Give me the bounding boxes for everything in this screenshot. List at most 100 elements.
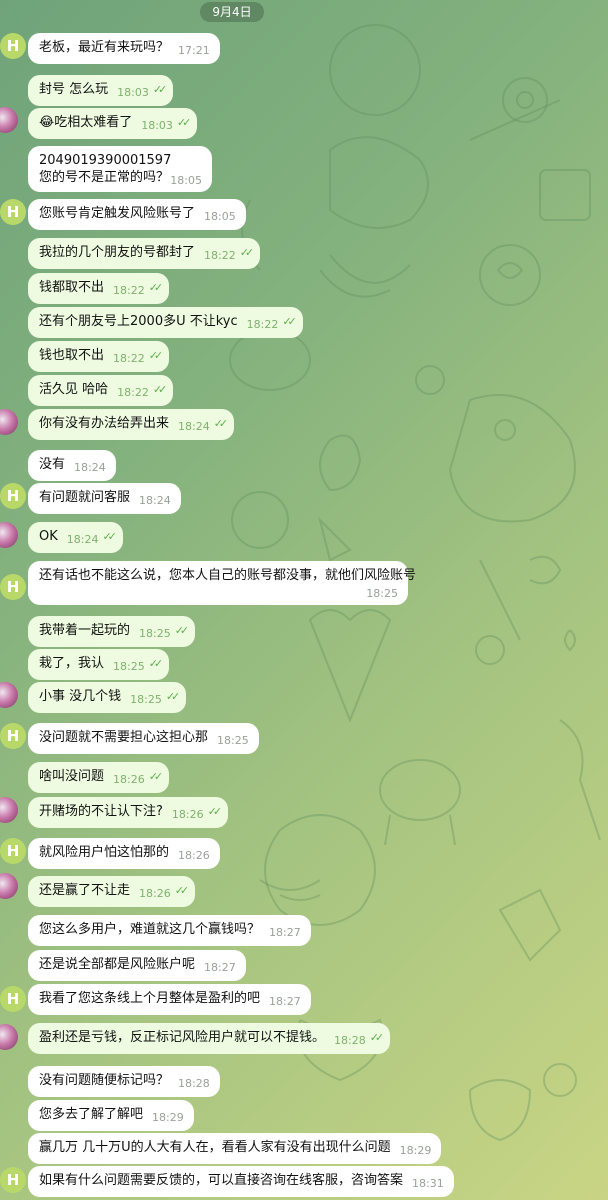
message-time: 18:22 [246,318,279,331]
message-time: 18:25 [366,587,398,600]
message-text: 啥叫没问题 [39,769,105,784]
message-bubble-outgoing[interactable]: 还有个朋友号上2000多U 不让kyc 18:22 ✓✓ [28,307,303,338]
avatar[interactable] [0,1024,18,1050]
read-checkmark-icon: ✓✓ [282,315,297,328]
message-time: 18:31 [412,1177,444,1190]
avatar[interactable] [0,682,18,708]
message-time: 18:27 [269,926,301,939]
message-time: 18:26 [139,887,171,900]
chat-message-list[interactable]: 9月4日 H H H H H H H H 老板，最近有来玩吗？ 17:21 封号 … [0,0,608,1200]
read-checkmark-icon: ✓✓ [174,624,190,637]
message-bubble-incoming[interactable]: 没问题就不需要担心这担心那 18:25 [28,723,259,754]
message-bubble-outgoing[interactable]: 活久见 哈哈 18:22 ✓✓ [28,375,174,406]
message-time: 18:24 [74,461,106,474]
read-checkmark-icon: ✓✓ [148,349,164,362]
message-bubble-incoming[interactable]: 没有问题随便标记吗？ 18:28 [28,1066,220,1097]
avatar[interactable]: H [0,986,26,1012]
message-text: 如果有什么问题需要反馈的，可以直接咨询在线客服，咨询答案 [39,1173,404,1188]
message-bubble-outgoing[interactable]: 小事 没几个钱 18:25 ✓✓ [28,682,187,713]
message-text: 您多去了解了解吧 [39,1107,144,1122]
avatar[interactable] [0,797,18,823]
message-bubble-outgoing[interactable]: 我带着一起玩的 18:25 ✓✓ [28,616,196,647]
message-time: 18:26 [171,808,204,821]
message-bubble-incoming[interactable]: 还有话也不能这么说，您本人自己的账号都没事，就他们风险账号 18:25 [28,561,417,605]
message-time: 18:22 [204,249,236,262]
message-bubble-incoming[interactable]: 老板，最近有来玩吗？ 17:21 [28,33,220,64]
message-text: 没有 [39,457,66,472]
message-bubble-outgoing[interactable]: 封号 怎么玩 18:03 ✓✓ [28,75,174,106]
message-bubble-outgoing[interactable]: 还是赢了不让走 18:26 ✓✓ [28,876,196,907]
message-bubble-outgoing[interactable]: 栽了，我认 18:25 ✓✓ [28,649,170,680]
avatar[interactable]: H [0,838,26,864]
message-text: 我拉的几个朋友的号都封了 [39,245,196,260]
message-time: 18:25 [113,660,145,673]
message-bubble-outgoing[interactable]: 啥叫没问题 18:26 ✓✓ [28,762,170,793]
read-checkmark-icon: ✓✓ [152,83,168,96]
avatar[interactable] [0,522,18,548]
message-text: 您账号肯定触发风险账号了 [39,206,196,221]
avatar[interactable] [0,409,18,435]
message-text: 小事 没几个钱 [39,689,122,704]
avatar[interactable]: H [0,199,26,225]
message-time: 18:05 [204,210,236,223]
message-bubble-outgoing[interactable]: 钱都取不出 18:22 ✓✓ [28,273,170,304]
message-text: 还有话也不能这么说，您本人自己的账号都没事，就他们风险账号 [39,568,417,583]
message-time: 18:26 [178,849,210,862]
avatar[interactable]: H [0,33,26,59]
read-checkmark-icon: ✓✓ [165,690,181,703]
message-bubble-incoming[interactable]: 还是说全部都是风险账户呢 18:27 [28,950,246,981]
read-checkmark-icon: ✓✓ [152,383,168,396]
message-bubble-incoming[interactable]: 如果有什么问题需要反馈的，可以直接咨询在线客服，咨询答案 18:31 [28,1166,454,1197]
message-text: 就风险用户怕这怕那的 [39,845,170,860]
message-bubble-incoming[interactable]: 就风险用户怕这怕那的 18:26 [28,838,220,869]
message-time: 18:24 [178,420,210,433]
message-bubble-incoming[interactable]: 您账号肯定触发风险账号了 18:05 [28,199,246,230]
message-text: 封号 怎么玩 [39,82,109,97]
message-bubble-outgoing[interactable]: 盈利还是亏钱，反正标记风险用户就可以不提钱。 18:28 ✓✓ [28,1023,391,1054]
message-text: 赢几万 几十万U的人大有人在，看看人家有没有出现什么问题 [39,1140,391,1155]
message-bubble-incoming[interactable]: 2049019390001597 您的号不是正常的吗？ 18:05 [28,146,212,192]
message-bubble-incoming[interactable]: 我看了您这条线上个月整体是盈利的吧 18:27 [28,984,311,1015]
message-bubble-outgoing[interactable]: 开赌场的不让认下注? 18:26 ✓✓ [28,797,229,828]
message-text: 还是说全部都是风险账户呢 [39,957,196,972]
message-text: 栽了，我认 [39,656,105,671]
message-time: 18:25 [217,734,249,747]
avatar[interactable] [0,873,18,899]
avatar[interactable]: H [0,483,26,509]
message-time: 18:29 [399,1144,432,1157]
message-time: 18:03 [117,86,149,99]
avatar[interactable]: H [0,723,26,749]
message-text: 2049019390001597 [39,153,172,168]
message-time: 18:27 [269,995,301,1008]
message-bubble-incoming[interactable]: 您多去了解了解吧 18:29 [28,1100,194,1131]
message-bubble-incoming[interactable]: 没有 18:24 [28,450,116,481]
message-text: 还是赢了不让走 [39,883,131,898]
message-bubble-outgoing[interactable]: 钱也取不出 18:22 ✓✓ [28,341,170,372]
message-bubble-outgoing[interactable]: OK 18:24 ✓✓ [28,522,123,553]
message-bubble-incoming[interactable]: 有问题就问客服 18:24 [28,483,181,514]
message-time: 18:22 [117,386,149,399]
message-bubble-incoming[interactable]: 赢几万 几十万U的人大有人在，看看人家有没有出现什么问题 18:29 [28,1133,442,1164]
message-text: 盈利还是亏钱，反正标记风险用户就可以不提钱。 [39,1030,326,1045]
message-text: 您这么多用户，难道就这几个赢钱吗？ [39,922,261,937]
message-bubble-outgoing[interactable]: 你有没有办法给弄出来 18:24 ✓✓ [28,409,235,440]
avatar[interactable] [0,107,18,133]
avatar[interactable]: H [0,1167,26,1193]
message-bubble-outgoing[interactable]: 😂吃相太难看了 18:03 ✓✓ [28,108,198,139]
message-text: 钱都取不出 [39,280,105,295]
read-checkmark-icon: ✓✓ [148,281,164,294]
message-text: 有问题就问客服 [39,490,131,505]
message-time: 18:25 [139,627,171,640]
avatar[interactable]: H [0,574,26,600]
message-time: 18:26 [113,773,145,786]
message-time: 18:29 [152,1111,184,1124]
read-checkmark-icon: ✓✓ [174,884,190,897]
read-checkmark-icon: ✓✓ [148,657,164,670]
message-time: 18:22 [113,284,145,297]
message-bubble-incoming[interactable]: 您这么多用户，难道就这几个赢钱吗？ 18:27 [28,915,311,946]
message-time: 18:25 [130,693,162,706]
message-bubble-outgoing[interactable]: 我拉的几个朋友的号都封了 18:22 ✓✓ [28,238,261,269]
message-text: 钱也取不出 [39,348,105,363]
read-checkmark-icon: ✓✓ [213,417,229,430]
message-time: 18:28 [178,1077,210,1090]
